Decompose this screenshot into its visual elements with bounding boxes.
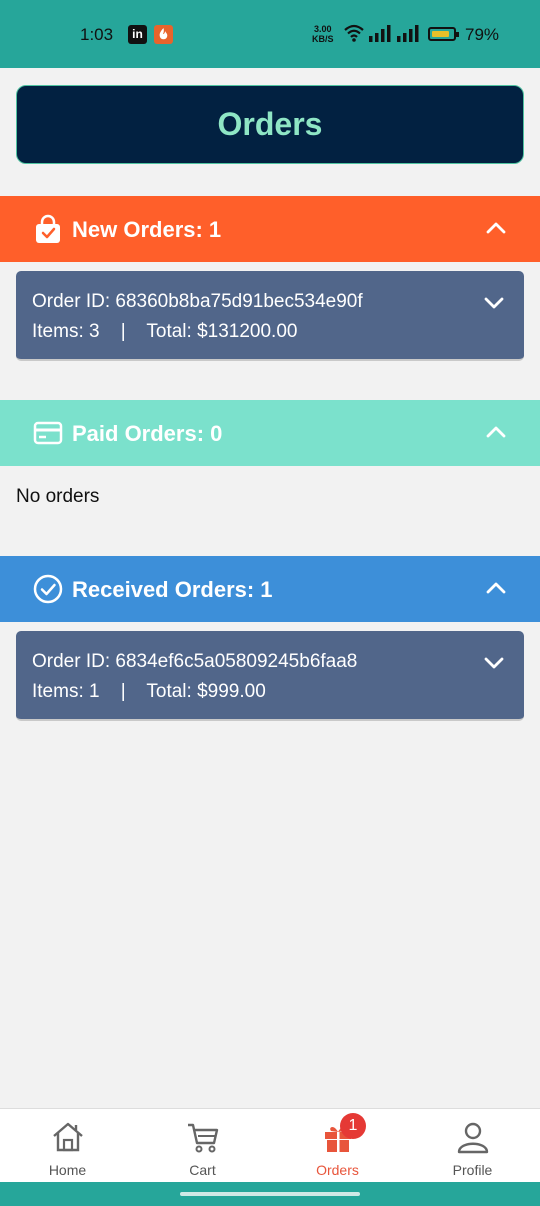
check-circle-icon [33,574,63,604]
wifi-icon [344,24,364,42]
section-label: Received Orders: 1 [72,577,273,602]
order-card[interactable]: Order ID: 6834ef6c5a05809245b6faa8 Items… [16,631,524,721]
nav-label: Home [48,1162,87,1178]
order-id: Order ID: 6834ef6c5a05809245b6faa8 [32,651,358,672]
battery-percent: 79% [465,25,500,44]
nav-label: Cart [189,1162,216,1178]
linkedin-icon: in [128,25,147,44]
nav-label: Orders [316,1162,359,1178]
nav-home[interactable]: Home [0,1109,135,1183]
section-header-received-orders[interactable]: Received Orders: 1 [0,556,540,622]
battery-icon [428,27,459,41]
order-meta: Items: 3 | Total: $131200.00 [32,321,298,342]
credit-card-icon [33,421,63,445]
section-label: Paid Orders: 0 [72,421,223,446]
chevron-up-icon[interactable] [484,576,508,600]
section-label: New Orders: 1 [72,217,222,242]
nav-profile[interactable]: Profile [405,1109,540,1183]
nav-label: Profile [452,1162,493,1178]
page-title: Orders [16,85,524,164]
network-speed: 3.00 KB/S [312,24,334,44]
empty-state-text: No orders [16,486,100,507]
order-meta: Items: 1 | Total: $999.00 [32,681,266,702]
bottom-nav: Home Cart Orders Profile [0,1108,540,1183]
order-id: Order ID: 68360b8ba75d91bec534e90f [32,291,363,312]
order-card[interactable]: Order ID: 68360b8ba75d91bec534e90f Items… [16,271,524,361]
chevron-up-icon[interactable] [484,216,508,240]
status-bar: 1:03 in 3.00 KB/S 79% [0,0,540,68]
profile-icon [457,1122,488,1154]
chevron-up-icon[interactable] [484,420,508,444]
chevron-down-icon[interactable] [482,291,506,315]
cell-signal-icon [369,25,391,42]
status-time: 1:03 [80,25,114,44]
chevron-down-icon[interactable] [482,651,506,675]
cart-icon [187,1123,218,1153]
orders-badge: 1 [340,1113,366,1139]
cell-signal-2-icon [397,25,419,42]
home-indicator[interactable] [180,1192,360,1196]
system-home-bar [0,1182,540,1206]
section-header-paid-orders[interactable]: Paid Orders: 0 [0,400,540,466]
section-header-new-orders[interactable]: New Orders: 1 [0,196,540,262]
app-notification-icon [154,25,173,44]
home-icon [52,1122,83,1152]
nav-cart[interactable]: Cart [135,1109,270,1183]
shopping-bag-check-icon [36,214,60,243]
nav-orders[interactable]: Orders [270,1109,405,1183]
